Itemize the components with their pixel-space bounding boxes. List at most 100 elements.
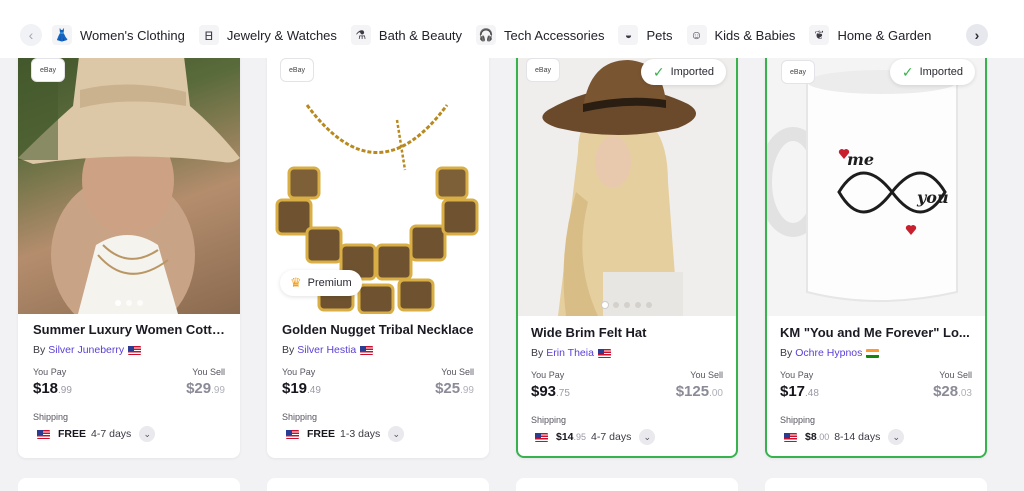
category-pets[interactable]: ◒ Pets xyxy=(618,25,673,45)
shipping-row: FREE 1-3 days ⌄ xyxy=(282,426,474,442)
seller-line: By Silver Hestia xyxy=(282,344,474,356)
product-card[interactable]: eBay ✓ Imported Wide Brim Felt Hat By Er… xyxy=(516,40,738,458)
you-pay-value: $18.99 xyxy=(33,380,72,397)
product-title[interactable]: Summer Luxury Women Cotto... xyxy=(33,322,225,340)
category-label: Pets xyxy=(646,27,673,43)
crown-icon: ♛ xyxy=(290,275,302,290)
seller-line: By Erin Theia xyxy=(531,347,723,359)
you-sell: You Sell $28.03 xyxy=(933,370,972,400)
you-pay: You Pay $18.99 xyxy=(33,367,72,397)
you-pay: You Pay $93.75 xyxy=(531,370,570,400)
carousel-dot[interactable] xyxy=(635,302,641,308)
product-image[interactable]: me you eBay ✓ Imported xyxy=(767,42,985,316)
us-flag-icon xyxy=(784,432,797,442)
category-bar: ‹ 👗 Women's Clothing 𐊧 Jewelry & Watches… xyxy=(0,0,1024,58)
you-sell-value: $25.99 xyxy=(435,380,474,397)
you-pay-label: You Pay xyxy=(531,370,565,380)
seller-link[interactable]: Ochre Hypnos xyxy=(795,347,862,359)
you-pay-label: You Pay xyxy=(282,367,316,377)
category-next-button[interactable]: › xyxy=(966,24,988,46)
seller-link[interactable]: Silver Juneberry xyxy=(48,344,124,356)
chevron-down-icon[interactable]: ⌄ xyxy=(639,429,656,445)
category-bath-beauty[interactable]: ⚗ Bath & Beauty xyxy=(350,25,462,45)
product-card-next-row[interactable] xyxy=(267,478,489,491)
carousel-dot[interactable] xyxy=(137,300,143,306)
carousel-dot[interactable] xyxy=(646,302,652,308)
mug-text-you: you xyxy=(917,188,949,207)
carousel-dot[interactable] xyxy=(126,300,132,306)
bottle-icon: ⚗ xyxy=(350,25,371,45)
product-card[interactable]: eBay ♛ Premium Golden Nugget Tribal Neck… xyxy=(267,40,489,458)
shop-logo: eBay xyxy=(526,58,560,82)
product-info: KM "You and Me Forever" Lo... By Ochre H… xyxy=(780,325,972,445)
seller-link[interactable]: Erin Theia xyxy=(546,347,594,359)
shipping-price: FREE xyxy=(307,428,336,440)
shipping: Shipping $8.00 8-14 days ⌄ xyxy=(780,415,972,445)
you-pay: You Pay $19.49 xyxy=(282,367,321,397)
you-pay-label: You Pay xyxy=(780,370,814,380)
product-title[interactable]: Wide Brim Felt Hat xyxy=(531,325,723,343)
premium-badge: ♛ Premium xyxy=(280,270,362,296)
chevron-down-icon[interactable]: ⌄ xyxy=(888,429,905,445)
you-sell-label: You Sell xyxy=(192,367,225,377)
product-card-next-row[interactable] xyxy=(18,478,240,491)
shipping-label: Shipping xyxy=(33,412,69,422)
category-label: Tech Accessories xyxy=(504,27,605,43)
checkmark-icon: ✓ xyxy=(652,63,665,80)
product-card-next-row[interactable] xyxy=(765,478,987,491)
shipping-price: $8.00 xyxy=(805,431,830,443)
seller-link[interactable]: Silver Hestia xyxy=(297,344,356,356)
dress-icon: 👗 xyxy=(52,25,72,45)
shipping-days: 4-7 days xyxy=(91,428,132,440)
carousel-dot[interactable] xyxy=(613,302,619,308)
carousel-dot[interactable] xyxy=(624,302,630,308)
product-card-next-row[interactable] xyxy=(516,478,738,491)
shipping-days: 1-3 days xyxy=(340,428,381,440)
shipping: Shipping FREE 1-3 days ⌄ xyxy=(282,412,474,442)
product-image[interactable]: eBay ♛ Premium xyxy=(267,40,489,314)
imported-label: Imported xyxy=(919,66,963,78)
you-pay-value: $17.48 xyxy=(780,383,819,400)
you-sell-value: $125.00 xyxy=(675,383,723,400)
category-tech-accessories[interactable]: 🎧 Tech Accessories xyxy=(476,25,604,45)
category-label: Home & Garden xyxy=(837,27,932,43)
product-card[interactable]: me you eBay ✓ Imported KM "You and Me Fo… xyxy=(765,40,987,458)
product-title[interactable]: KM "You and Me Forever" Lo... xyxy=(780,325,972,343)
you-sell-value: $29.99 xyxy=(186,380,225,397)
category-fade xyxy=(930,18,960,52)
you-sell-label: You Sell xyxy=(441,367,474,377)
product-card[interactable]: eBay Summer Luxury Women Cotto... By Sil… xyxy=(18,40,240,458)
shop-logo: eBay xyxy=(31,58,65,82)
category-home-garden[interactable]: ❦ Home & Garden xyxy=(809,25,931,45)
chevron-down-icon[interactable]: ⌄ xyxy=(139,426,156,442)
us-flag-icon xyxy=(128,345,142,355)
you-sell: You Sell $25.99 xyxy=(435,367,474,397)
product-info: Wide Brim Felt Hat By Erin Theia You Pay… xyxy=(531,325,723,445)
you-sell-label: You Sell xyxy=(939,370,972,380)
price-row: You Pay $17.48 You Sell $28.03 xyxy=(780,370,972,400)
shop-logo: eBay xyxy=(781,60,815,84)
you-pay-label: You Pay xyxy=(33,367,67,377)
shipping-label: Shipping xyxy=(282,412,318,422)
shipping-row: $8.00 8-14 days ⌄ xyxy=(780,429,972,445)
product-info: Golden Nugget Tribal Necklace By Silver … xyxy=(282,322,474,442)
product-image[interactable]: eBay ✓ Imported xyxy=(518,42,736,316)
category-prev-button[interactable]: ‹ xyxy=(20,24,42,46)
price-row: You Pay $19.49 You Sell $25.99 xyxy=(282,367,474,397)
category-womens-clothing[interactable]: 👗 Women's Clothing xyxy=(52,25,185,45)
plant-icon: ❦ xyxy=(809,25,830,45)
us-flag-icon xyxy=(37,429,50,439)
carousel-dot[interactable] xyxy=(602,302,608,308)
category-label: Jewelry & Watches xyxy=(226,27,337,43)
us-flag-icon xyxy=(535,432,548,442)
product-title[interactable]: Golden Nugget Tribal Necklace xyxy=(282,322,474,340)
category-kids-babies[interactable]: ☺ Kids & Babies xyxy=(686,25,795,45)
shop-logo: eBay xyxy=(280,58,314,82)
baby-icon: ☺ xyxy=(686,25,707,45)
chevron-down-icon[interactable]: ⌄ xyxy=(388,426,405,442)
headphones-icon: 🎧 xyxy=(476,25,497,45)
carousel-dot[interactable] xyxy=(115,300,121,306)
category-jewelry-watches[interactable]: 𐊧 Jewelry & Watches xyxy=(198,25,337,45)
checkmark-icon: ✓ xyxy=(901,63,914,80)
product-image[interactable]: eBay xyxy=(18,40,240,314)
